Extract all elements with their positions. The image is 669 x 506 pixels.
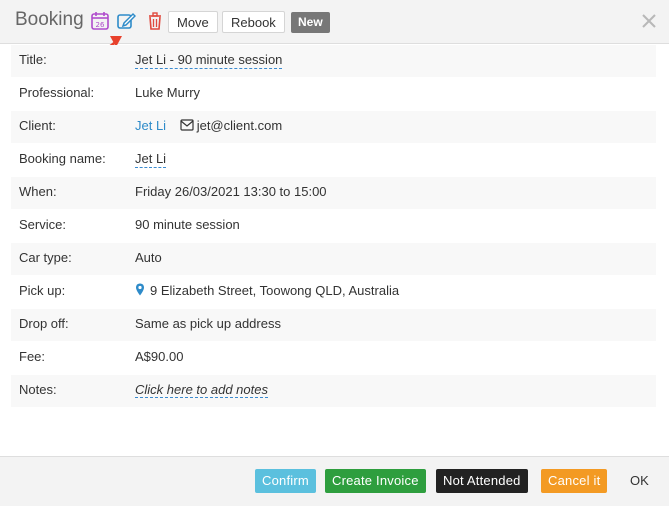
row-notes: Notes: Click here to add notes [11, 375, 656, 408]
mail-icon[interactable] [180, 119, 194, 131]
service-label: Service: [19, 217, 66, 232]
row-service: Service: 90 minute session [11, 210, 656, 243]
ok-button[interactable]: OK [630, 473, 649, 488]
notes-label: Notes: [19, 382, 57, 397]
row-professional: Professional: Luke Murry [11, 78, 656, 111]
create-invoice-button[interactable]: Create Invoice [325, 469, 426, 493]
professional-label: Professional: [19, 85, 95, 100]
drop-off-value: Same as pick up address [135, 316, 281, 331]
pick-up-label: Pick up: [19, 283, 66, 298]
row-pick-up: Pick up: 9 Elizabeth Street, Toowong QLD… [11, 276, 656, 309]
booking-name-value[interactable]: Jet Li [135, 151, 167, 168]
row-title: Title: Jet Li - 90 minute session [11, 45, 656, 78]
client-label: Client: [19, 118, 56, 133]
fee-label: Fee: [19, 349, 46, 364]
drop-off-label: Drop off: [19, 316, 69, 331]
client-link[interactable]: Jet Li [135, 118, 166, 133]
row-drop-off: Drop off: Same as pick up address [11, 309, 656, 342]
map-pin-icon[interactable] [135, 283, 145, 296]
cancel-booking-button[interactable]: Cancel it [541, 469, 608, 493]
move-button[interactable]: Move [168, 11, 218, 33]
delete-icon[interactable] [145, 11, 165, 31]
client-value: Jet Li jet@client.com [135, 118, 282, 133]
fee-value: A$90.00 [135, 349, 184, 364]
row-car-type: Car type: Auto [11, 243, 656, 276]
booking-details: Title: Jet Li - 90 minute session Profes… [11, 45, 656, 408]
rebook-button[interactable]: Rebook [222, 11, 285, 33]
row-fee: Fee: A$90.00 [11, 342, 656, 375]
professional-link[interactable]: Luke Murry [135, 85, 200, 100]
booking-name-label: Booking name: [19, 151, 106, 166]
when-value: Friday 26/03/2021 13:30 to 15:00 [135, 184, 327, 199]
row-when: When: Friday 26/03/2021 13:30 to 15:00 [11, 177, 656, 210]
client-email[interactable]: jet@client.com [197, 118, 282, 133]
dialog-footer: Confirm Create Invoice Not Attended Canc… [0, 456, 669, 506]
close-icon[interactable] [640, 12, 658, 30]
service-value: 90 minute session [135, 217, 240, 232]
title-label: Title: [19, 52, 47, 67]
notes-input[interactable]: Click here to add notes [135, 382, 268, 398]
status-badge: New [291, 12, 330, 33]
confirm-button[interactable]: Confirm [255, 469, 316, 493]
not-attended-button[interactable]: Not Attended [436, 469, 528, 493]
when-label: When: [19, 184, 57, 199]
pick-up-value-wrap: 9 Elizabeth Street, Toowong QLD, Austral… [135, 283, 399, 298]
row-booking-name: Booking name: Jet Li [11, 144, 656, 177]
row-client: Client: Jet Li jet@client.com [11, 111, 656, 144]
pick-up-value: 9 Elizabeth Street, Toowong QLD, Austral… [150, 283, 400, 298]
car-type-label: Car type: [19, 250, 72, 265]
booking-dialog: Booking 26 Move Rebook New Title: Jet Li… [0, 0, 669, 506]
car-type-value: Auto [135, 250, 162, 265]
title-value[interactable]: Jet Li - 90 minute session [135, 52, 283, 69]
